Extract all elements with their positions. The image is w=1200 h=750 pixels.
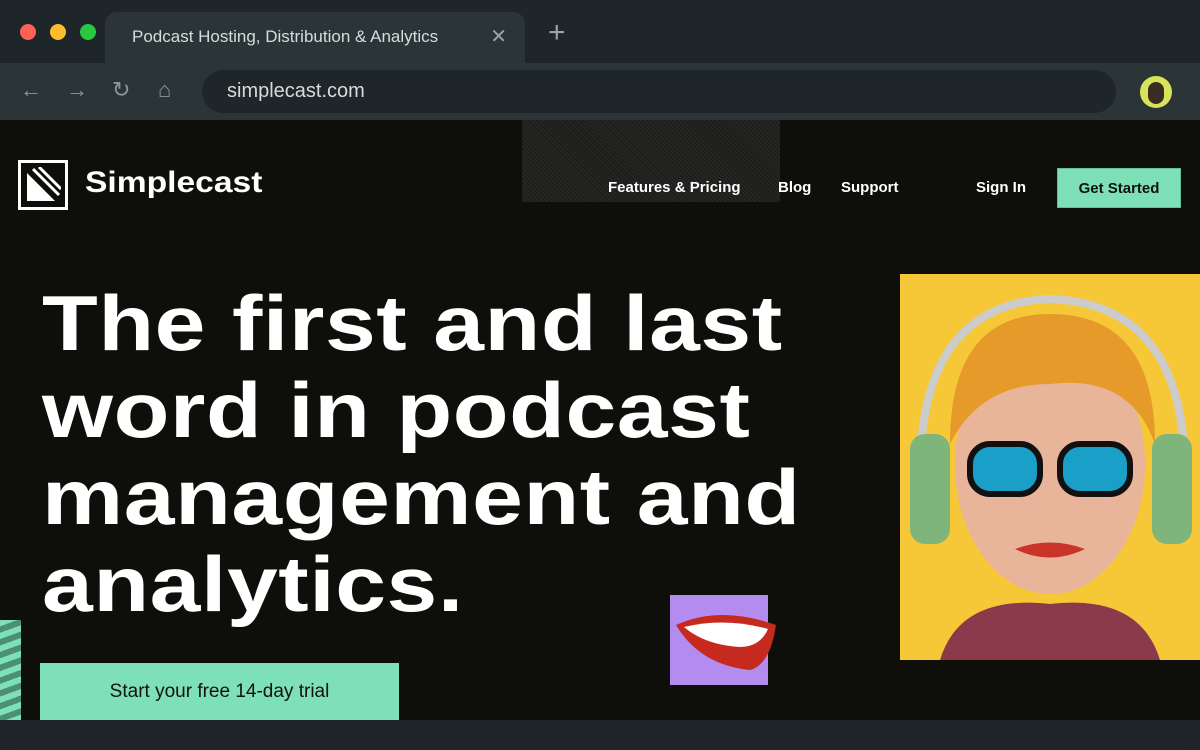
nav-support[interactable]: Support — [841, 179, 899, 196]
address-bar[interactable]: simplecast.com — [202, 70, 1116, 113]
tab-title: Podcast Hosting, Distribution & Analytic… — [132, 27, 439, 46]
tab-bar: Podcast Hosting, Distribution & Analytic… — [0, 0, 1200, 63]
new-tab-icon[interactable]: + — [548, 18, 566, 48]
profile-avatar[interactable] — [1140, 76, 1172, 108]
decorative-stripes — [0, 620, 21, 720]
headline-line: The first and last — [42, 279, 783, 367]
url-text: simplecast.com — [227, 80, 365, 102]
forward-icon[interactable]: → — [66, 77, 88, 103]
brand-name[interactable]: Simplecast — [85, 166, 262, 200]
nav-blog[interactable]: Blog — [778, 179, 811, 196]
headline-line: management and — [42, 453, 801, 541]
browser-window: Podcast Hosting, Distribution & Analytic… — [0, 0, 1200, 750]
simplecast-logo-icon[interactable] — [18, 160, 68, 210]
browser-tab[interactable]: Podcast Hosting, Distribution & Analytic… — [105, 12, 525, 63]
minimize-window-button[interactable] — [50, 24, 66, 40]
mouth-image — [670, 595, 776, 685]
hero-photo-woman-headphones — [900, 274, 1200, 660]
reload-icon[interactable]: ↻ — [112, 77, 130, 103]
start-trial-button[interactable]: Start your free 14-day trial — [40, 663, 399, 720]
get-started-button[interactable]: Get Started — [1057, 168, 1181, 208]
close-tab-icon[interactable]: ✕ — [490, 24, 507, 49]
sign-in-link[interactable]: Sign In — [976, 179, 1026, 196]
nav-features-pricing[interactable]: Features & Pricing — [608, 179, 741, 196]
maximize-window-button[interactable] — [80, 24, 96, 40]
home-icon[interactable]: ⌂ — [158, 77, 171, 103]
close-window-button[interactable] — [20, 24, 36, 40]
browser-toolbar: ← → ↻ ⌂ simplecast.com — [0, 63, 1200, 120]
hero-headline: The first and last word in podcast manag… — [42, 280, 801, 628]
web-page: Simplecast Features & Pricing Blog Suppo… — [0, 120, 1200, 720]
back-icon[interactable]: ← — [20, 77, 42, 103]
headline-line: word in podcast — [42, 366, 751, 454]
